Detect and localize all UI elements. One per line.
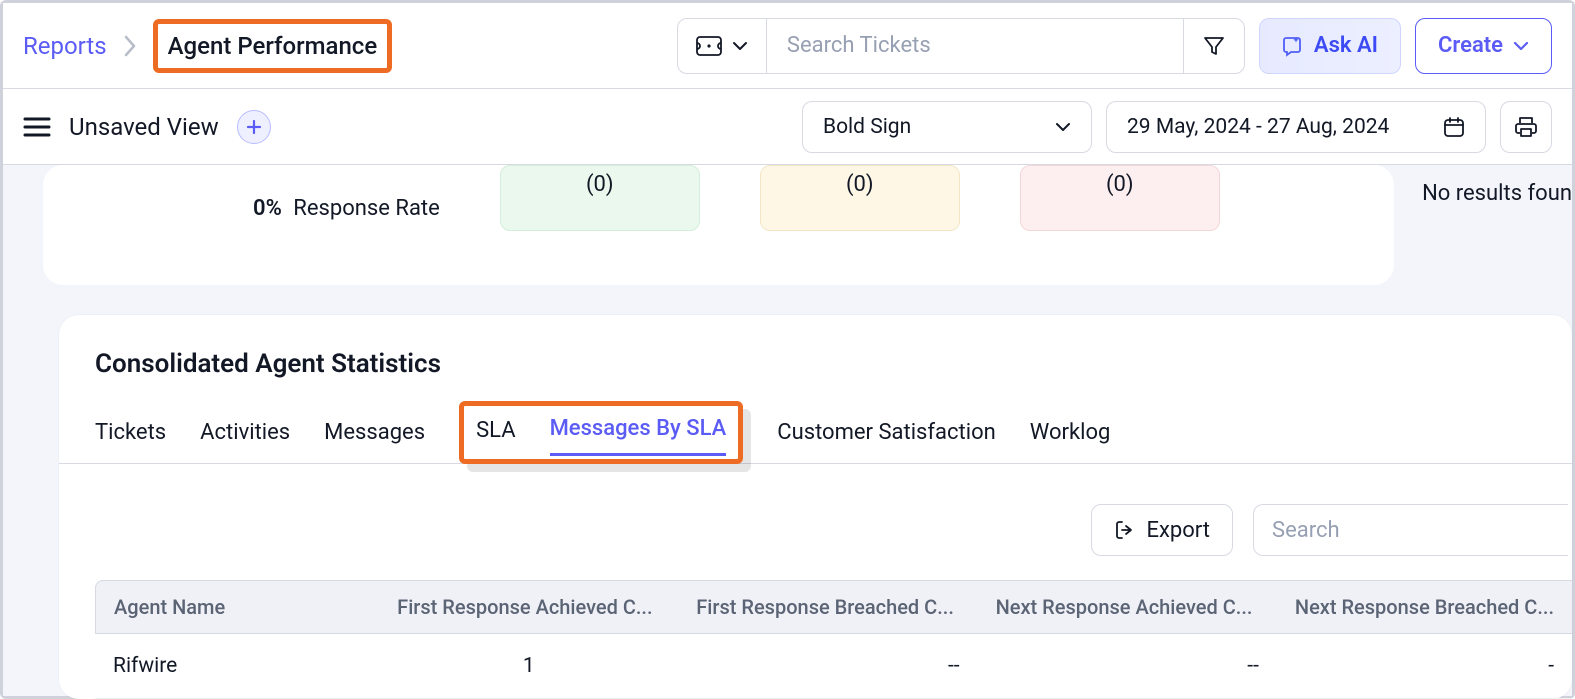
tab-sla[interactable]: SLA bbox=[476, 414, 515, 455]
create-button[interactable]: Create bbox=[1415, 18, 1552, 74]
cell-c4: - bbox=[1277, 634, 1572, 699]
filter-icon bbox=[1202, 34, 1226, 58]
response-rate-label: Response Rate bbox=[293, 196, 440, 221]
cell-c3: -- bbox=[978, 634, 1277, 699]
date-range-select[interactable]: 29 May, 2024 - 27 Aug, 2024 bbox=[1106, 101, 1486, 153]
table-header-row: Agent Name First Response Achieved C... … bbox=[95, 580, 1572, 634]
stats-tabs: Tickets Activities Messages SLA Messages… bbox=[59, 379, 1572, 464]
sub-bar-left: Unsaved View bbox=[23, 110, 271, 144]
ask-ai-button[interactable]: Ask AI bbox=[1259, 18, 1401, 74]
ticket-search-group bbox=[677, 18, 1245, 74]
metrics-card: 0% Response Rate (0) (0) (0) bbox=[43, 165, 1394, 285]
chevron-right-icon bbox=[123, 35, 137, 57]
export-label: Export bbox=[1146, 518, 1210, 543]
stat-value-1: (0) bbox=[586, 172, 614, 197]
col-next-response-breached[interactable]: Next Response Breached C... bbox=[1277, 580, 1572, 634]
cell-c2: -- bbox=[678, 634, 977, 699]
view-title: Unsaved View bbox=[69, 113, 219, 141]
search-input[interactable] bbox=[785, 32, 1165, 59]
tab-activities[interactable]: Activities bbox=[200, 410, 290, 463]
cell-agent: Rifwire bbox=[95, 634, 379, 699]
stat-value-2: (0) bbox=[846, 172, 874, 197]
stats-panel: Consolidated Agent Statistics Tickets Ac… bbox=[59, 315, 1572, 699]
ticket-icon bbox=[696, 36, 722, 56]
stat-box-red: (0) bbox=[1020, 165, 1220, 231]
sub-bar: Unsaved View Bold Sign 29 May, 2024 - 27… bbox=[3, 89, 1572, 165]
sub-bar-right: Bold Sign 29 May, 2024 - 27 Aug, 2024 bbox=[802, 101, 1552, 153]
tab-messages-by-sla[interactable]: Messages By SLA bbox=[550, 412, 727, 456]
top-bar: Reports Agent Performance bbox=[3, 3, 1572, 89]
brand-select[interactable]: Bold Sign bbox=[802, 101, 1092, 153]
tab-tickets[interactable]: Tickets bbox=[95, 410, 166, 463]
plus-icon bbox=[246, 119, 262, 135]
export-button[interactable]: Export bbox=[1091, 504, 1233, 556]
table-row[interactable]: Rifwire 1 -- -- - bbox=[95, 634, 1572, 699]
stat-box-green: (0) bbox=[500, 165, 700, 231]
col-agent-name[interactable]: Agent Name bbox=[95, 580, 379, 634]
add-view-button[interactable] bbox=[237, 110, 271, 144]
stat-box-yellow: (0) bbox=[760, 165, 960, 231]
filter-button[interactable] bbox=[1184, 19, 1244, 73]
create-label: Create bbox=[1438, 33, 1503, 58]
sparkle-icon bbox=[1282, 35, 1304, 57]
col-next-response-achieved[interactable]: Next Response Achieved C... bbox=[978, 580, 1277, 634]
stats-title: Consolidated Agent Statistics bbox=[59, 349, 1572, 379]
response-rate-value: 0% bbox=[253, 196, 282, 221]
chevron-down-icon bbox=[1513, 41, 1529, 51]
no-results-text: No results foun bbox=[1422, 165, 1572, 206]
content-area: 0% Response Rate (0) (0) (0) No results … bbox=[3, 165, 1572, 696]
breadcrumb-root[interactable]: Reports bbox=[23, 32, 107, 60]
table-search-input[interactable] bbox=[1253, 504, 1568, 556]
chevron-down-icon bbox=[732, 41, 748, 51]
metrics-row: 0% Response Rate (0) (0) (0) No results … bbox=[3, 165, 1572, 285]
stats-table: Agent Name First Response Achieved C... … bbox=[95, 580, 1572, 699]
export-icon bbox=[1114, 519, 1136, 541]
col-first-response-breached[interactable]: First Response Breached C... bbox=[678, 580, 977, 634]
tab-customer-satisfaction[interactable]: Customer Satisfaction bbox=[777, 410, 996, 463]
tab-messages[interactable]: Messages bbox=[324, 410, 425, 463]
ticket-type-picker[interactable] bbox=[678, 19, 767, 73]
highlighted-tabs: SLA Messages By SLA bbox=[459, 401, 743, 464]
top-bar-right: Ask AI Create bbox=[677, 18, 1552, 74]
chevron-down-icon bbox=[1055, 122, 1071, 132]
avatar-placeholder bbox=[43, 165, 193, 223]
response-rate: 0% Response Rate bbox=[253, 196, 440, 221]
col-first-response-achieved[interactable]: First Response Achieved C... bbox=[379, 580, 678, 634]
ask-ai-label: Ask AI bbox=[1314, 33, 1378, 58]
print-button[interactable] bbox=[1500, 101, 1552, 153]
printer-icon bbox=[1514, 115, 1538, 139]
breadcrumb: Reports Agent Performance bbox=[23, 19, 392, 73]
table-toolbar: Export bbox=[59, 464, 1572, 580]
tab-worklog[interactable]: Worklog bbox=[1030, 410, 1111, 463]
calendar-icon bbox=[1443, 116, 1465, 138]
brand-selected-label: Bold Sign bbox=[823, 115, 911, 139]
menu-icon[interactable] bbox=[23, 116, 51, 138]
date-range-label: 29 May, 2024 - 27 Aug, 2024 bbox=[1127, 115, 1389, 139]
cell-c1: 1 bbox=[379, 634, 678, 699]
ticket-search[interactable] bbox=[767, 19, 1184, 73]
stat-value-3: (0) bbox=[1106, 172, 1134, 197]
page-title: Agent Performance bbox=[153, 19, 393, 73]
